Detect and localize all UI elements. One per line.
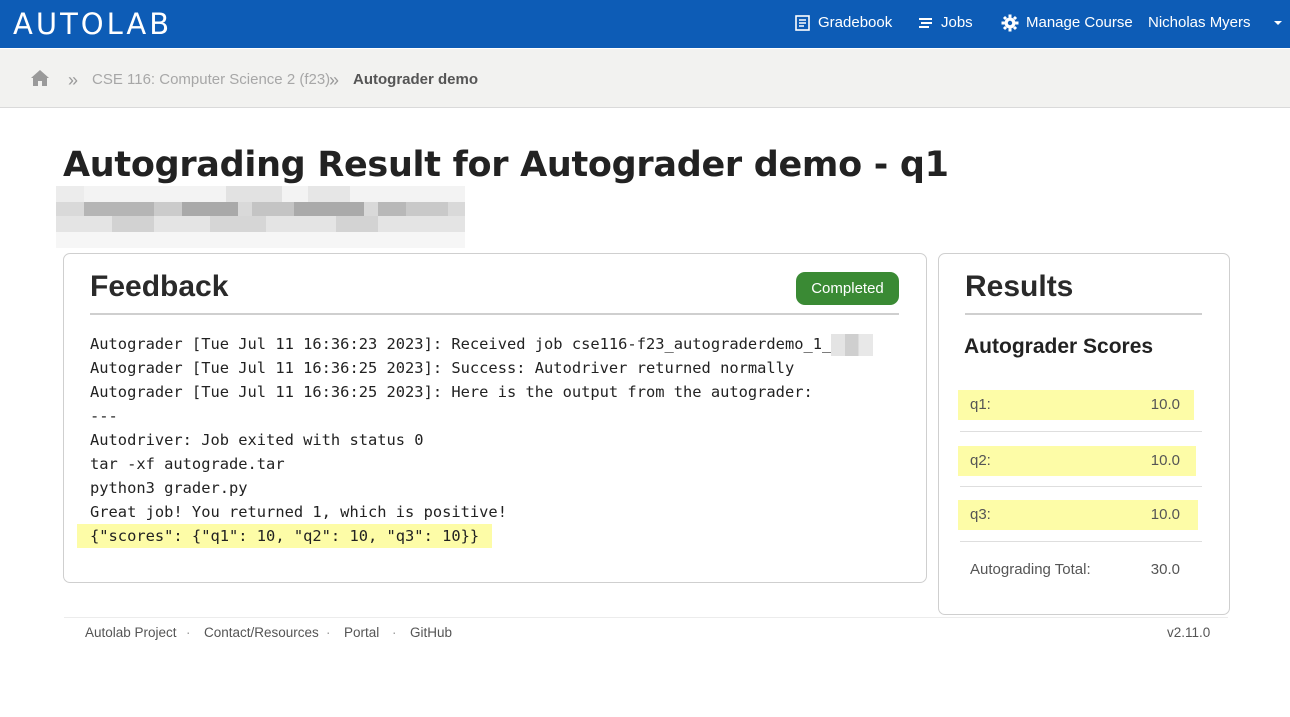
breadcrumb-course-link[interactable]: CSE 116: Computer Science 2 (f23) [92,49,330,107]
feedback-line: Autodriver: Job exited with status 0 [90,431,424,449]
breadcrumb: » CSE 116: Computer Science 2 (f23) » Au… [0,49,1290,108]
breadcrumb-separator: » [329,70,340,90]
footer-separator: · [326,625,331,640]
score-label: q3: [970,506,991,523]
nav-manage-course[interactable]: Manage Course [1001,0,1133,46]
footer-link-contact[interactable]: Contact/Resources [204,625,319,655]
breadcrumb-current: Autograder demo [353,71,479,88]
feedback-line: Autograder [Tue Jul 11 16:36:23 2023]: R… [90,335,832,353]
autograder-scores-heading: Autograder Scores [964,335,1154,358]
status-badge: Completed [796,272,899,305]
user-menu[interactable]: Nicholas Myers [1148,0,1288,46]
redacted-job-id [831,333,874,356]
feedback-line: --- [90,407,118,425]
score-label: q2: [970,452,991,469]
jobs-icon [919,18,932,28]
footer-separator: · [186,625,191,640]
total-label: Autograding Total: [970,561,1091,578]
gradebook-icon [795,15,810,31]
user-name: Nicholas Myers [1148,14,1251,31]
footer-separator: · [392,625,397,640]
feedback-line: Autograder [Tue Jul 11 16:36:25 2023]: S… [90,359,795,377]
nav-gradebook[interactable]: Gradebook [795,0,892,46]
breadcrumb-separator: » [68,70,79,90]
gear-icon [1001,14,1019,32]
nav-manage-course-label: Manage Course [1026,14,1133,31]
redacted-block [56,186,465,248]
results-divider [965,313,1202,315]
total-row: Autograding Total: 30.0 [958,555,1194,585]
caret-down-icon [1273,21,1282,25]
feedback-output: Autograder [Tue Jul 11 16:36:23 2023]: R… [77,332,874,548]
feedback-line: python3 grader.py [90,479,248,497]
autolab-logo[interactable]: AUTOLAB [13,7,172,41]
total-value: 30.0 [1150,561,1180,578]
breadcrumb-home[interactable] [30,48,50,106]
row-divider [960,541,1202,542]
footer-link-github[interactable]: GitHub [410,625,452,655]
feedback-line: Great job! You returned 1, which is posi… [90,503,507,521]
feedback-divider [90,313,899,315]
page-title: Autograding Result for Autograder demo -… [63,145,949,185]
nav-gradebook-label: Gradebook [818,14,893,31]
top-navbar: AUTOLAB Gradebook Jobs Manage Course Nic… [0,0,1290,48]
feedback-line: tar -xf autograde.tar [90,455,285,473]
score-value: 10.0 [1150,396,1180,413]
version-label: v2.11.0 [1167,625,1211,640]
nav-jobs[interactable]: Jobs [918,0,973,46]
feedback-title: Feedback [90,270,229,303]
score-row-q1: q1: 10.0 [958,390,1194,420]
home-icon [31,70,49,86]
score-row-q3: q3: 10.0 [958,500,1198,530]
row-divider [960,431,1202,432]
feedback-line: Autograder [Tue Jul 11 16:36:25 2023]: H… [90,383,813,401]
score-value: 10.0 [1150,452,1180,469]
score-value: 10.0 [1150,506,1180,523]
scores-json-line: {"scores": {"q1": 10, "q2": 10, "q3": 10… [77,524,493,548]
score-label: q1: [970,396,991,413]
results-title: Results [965,270,1074,303]
footer-link-portal[interactable]: Portal [344,625,379,655]
footer-divider [64,617,1228,618]
footer-link-autolab-project[interactable]: Autolab Project [85,625,177,655]
score-row-q2: q2: 10.0 [958,446,1196,476]
nav-jobs-label: Jobs [941,14,973,31]
row-divider [960,486,1202,487]
